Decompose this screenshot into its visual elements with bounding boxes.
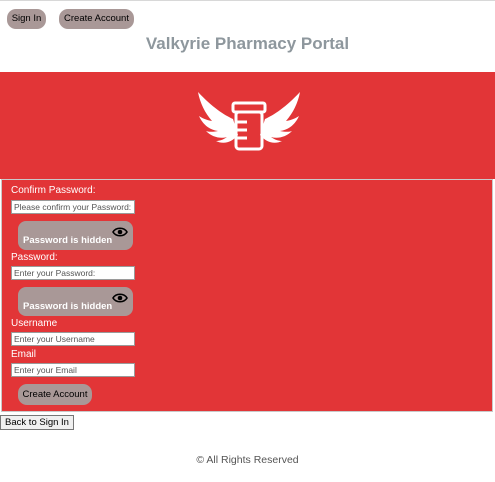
password-visibility-toggle[interactable]: Password is hidden (18, 287, 133, 316)
back-to-signin-button[interactable]: Back to Sign In (0, 415, 74, 430)
confirm-password-field[interactable] (11, 200, 135, 214)
password-label: Password: (11, 252, 58, 263)
username-label: Username (11, 318, 58, 329)
visibility-toggle-label: Password is hidden (23, 301, 113, 312)
page-title: Valkyrie Pharmacy Portal (145, 34, 350, 53)
confirm-password-visibility-toggle[interactable]: Password is hidden (18, 221, 133, 250)
create-account-nav-button[interactable]: Create Account (59, 9, 134, 29)
eye-icon (112, 293, 128, 303)
username-field[interactable] (11, 332, 135, 346)
top-divider (0, 0, 495, 1)
create-account-submit-button[interactable]: Create Account (18, 384, 92, 405)
confirm-password-label: Confirm Password: (11, 185, 96, 196)
footer-copyright: © All Rights Reserved (196, 454, 299, 466)
email-label: Email (11, 349, 37, 360)
signin-button[interactable]: Sign In (7, 9, 46, 29)
email-field[interactable] (11, 363, 135, 377)
visibility-toggle-label: Password is hidden (23, 235, 113, 246)
password-field[interactable] (11, 266, 135, 280)
eye-icon (112, 227, 128, 237)
winged-pill-bottle-icon (198, 92, 300, 151)
